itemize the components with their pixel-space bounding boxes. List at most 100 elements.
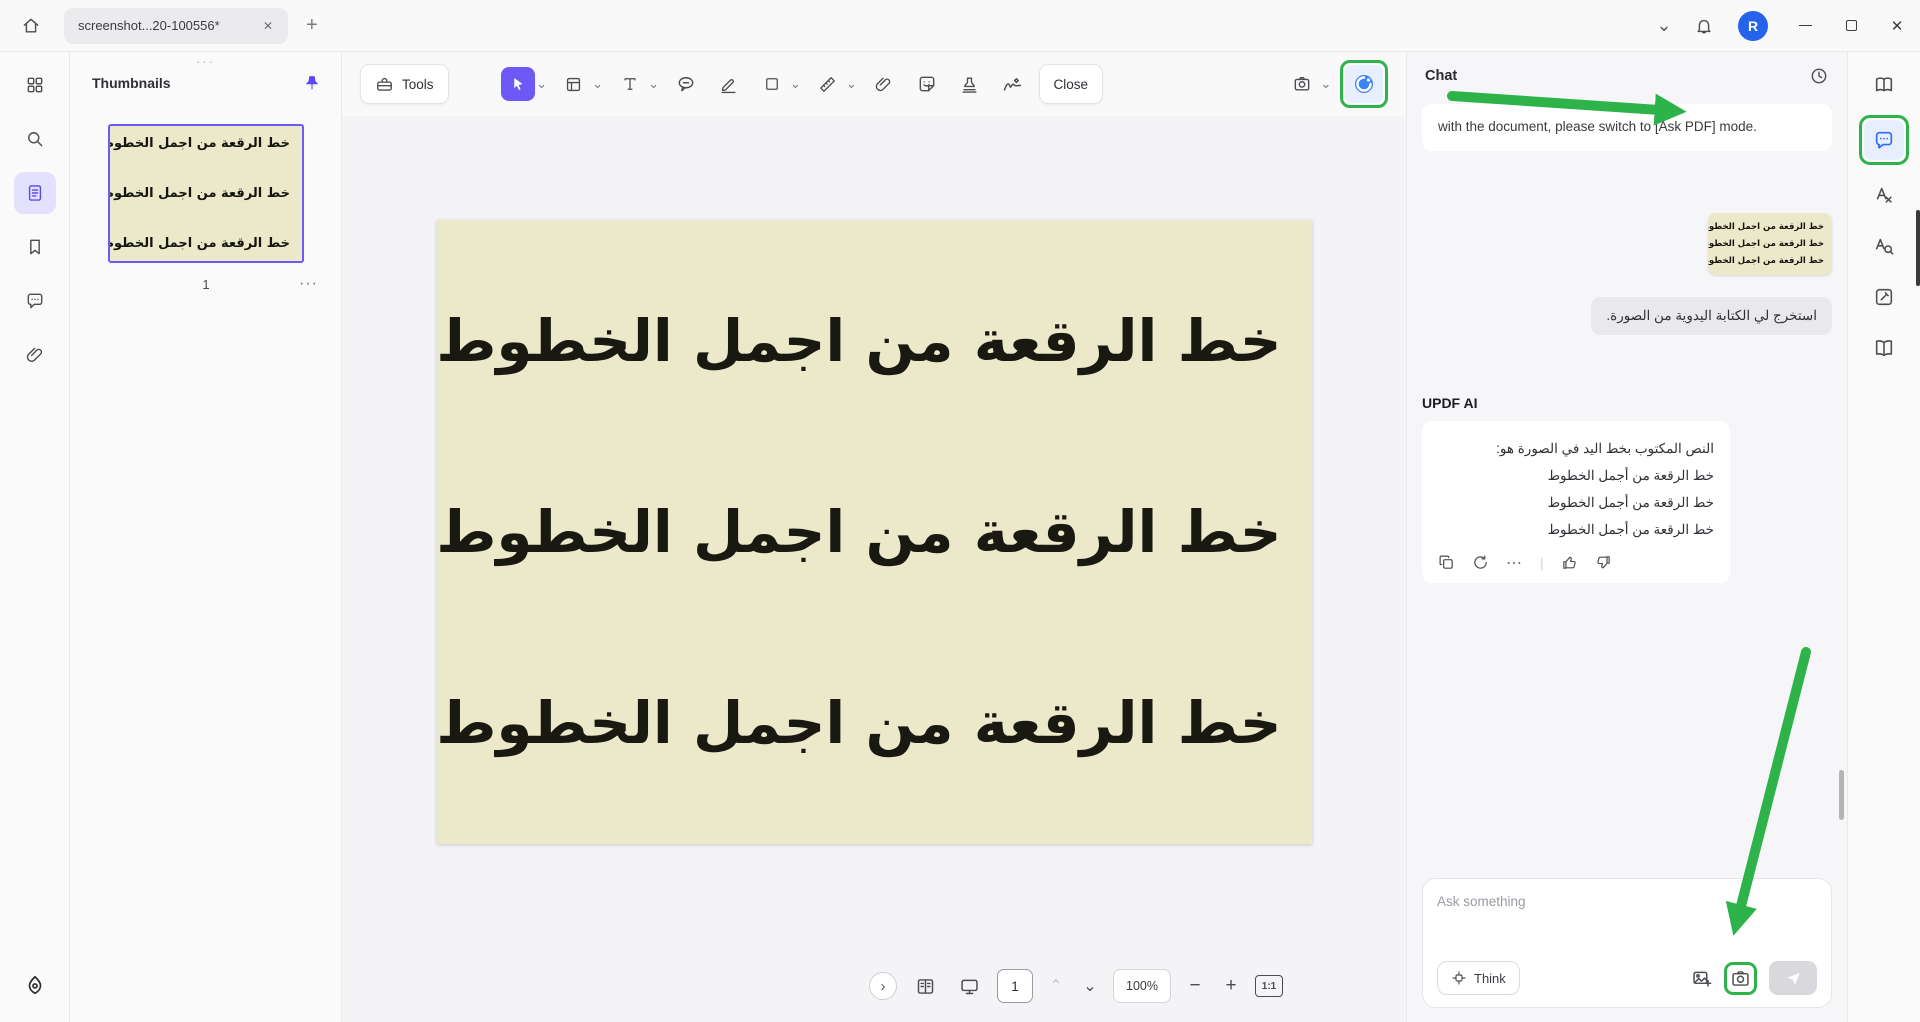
bottom-toolbar: › ⌃ ⌄ 100% − +: [869, 964, 1283, 1008]
select-tool-button[interactable]: [501, 67, 535, 101]
signature-tool-button[interactable]: [996, 67, 1030, 101]
sidebar-item-bookmarks[interactable]: [14, 226, 56, 268]
previous-page-button[interactable]: ⌃: [1045, 976, 1067, 996]
toolbox-icon: [375, 75, 394, 94]
titlebar-collapse-button[interactable]: ⌄: [1644, 6, 1684, 46]
expand-bar-button[interactable]: ›: [869, 972, 897, 1000]
translate-button[interactable]: [1863, 174, 1905, 216]
chat-input[interactable]: [1437, 894, 1817, 909]
think-label: Think: [1474, 971, 1506, 986]
chevron-down-icon[interactable]: ⌄: [648, 76, 660, 92]
stamp-tool-button[interactable]: [953, 67, 987, 101]
window-close-button[interactable]: ✕: [1874, 0, 1920, 52]
page-number-input[interactable]: [997, 969, 1033, 1003]
add-image-icon[interactable]: [1691, 968, 1712, 989]
ai-search-button[interactable]: [1863, 225, 1905, 267]
panel-drag-handle[interactable]: ···: [70, 54, 341, 69]
measure-tool-button[interactable]: [811, 67, 845, 101]
summarize-button[interactable]: [1863, 276, 1905, 318]
signature-icon: [1002, 74, 1023, 95]
chevron-down-icon[interactable]: ⌄: [592, 76, 604, 92]
sticker-face-icon: [917, 74, 937, 94]
pin-icon[interactable]: [303, 74, 321, 92]
tab-close-icon[interactable]: ✕: [258, 17, 278, 35]
translate-a-icon: [1873, 184, 1895, 206]
zoom-level-display[interactable]: 100%: [1113, 969, 1171, 1003]
reader-mode-button[interactable]: [1863, 64, 1905, 106]
page-layout-button[interactable]: [557, 67, 591, 101]
send-button[interactable]: [1769, 961, 1817, 995]
tools-button[interactable]: Tools: [360, 64, 449, 104]
select-tool-cluster: ⌄: [501, 67, 548, 101]
notifications-button[interactable]: [1684, 6, 1724, 46]
thumbnail-caption-row: 1 ···: [108, 277, 304, 297]
window-minimize-button[interactable]: [1782, 0, 1828, 52]
reading-mode-button[interactable]: [909, 970, 941, 1002]
zoom-in-button[interactable]: +: [1219, 975, 1243, 997]
document-tab[interactable]: screenshot...20-100556* ✕: [64, 8, 288, 44]
assistant-message: with the document, please switch to [Ask…: [1422, 104, 1832, 151]
user-attached-image[interactable]: خط الرقعة من اجمل الخطوط خط الرقعة من اج…: [1708, 213, 1832, 275]
search-button[interactable]: [14, 118, 56, 160]
sidebar-item-comments[interactable]: [14, 280, 56, 322]
presentation-button[interactable]: [953, 970, 985, 1002]
open-book-icon: [1873, 337, 1895, 359]
close-tools-button[interactable]: Close: [1039, 64, 1104, 104]
camera-square-icon: [1292, 74, 1312, 94]
text-tool-cluster: ⌄: [613, 67, 660, 101]
chevron-down-icon[interactable]: ⌄: [536, 76, 548, 92]
book-arrow-icon: [1873, 74, 1895, 96]
thumbs-up-icon[interactable]: [1561, 554, 1578, 571]
home-button[interactable]: [12, 7, 50, 45]
history-icon[interactable]: [1809, 66, 1829, 86]
home-icon: [21, 16, 41, 36]
chevron-right-icon: ›: [881, 978, 886, 995]
ai-response-line: خط الرقعة من أجمل الخطوط: [1438, 516, 1714, 543]
paperclip-icon: [25, 345, 45, 365]
camera-highlight-box: [1724, 962, 1757, 995]
next-page-button[interactable]: ⌄: [1079, 976, 1101, 996]
new-tab-button[interactable]: +: [298, 12, 326, 39]
tool-group: ⌄ ⌄ ⌄: [501, 64, 1104, 104]
sticker-tool-button[interactable]: [910, 67, 944, 101]
main-toolbar: Tools ⌄ ⌄: [342, 52, 1406, 116]
updf-ai-toolbar-button[interactable]: [1345, 65, 1383, 103]
ai-chat-sidebar-button[interactable]: [1864, 120, 1904, 160]
chevron-down-icon[interactable]: ⌄: [846, 76, 858, 92]
chevron-down-icon[interactable]: ⌄: [1320, 76, 1332, 92]
sidebar-item-attachments[interactable]: [14, 334, 56, 376]
screenshot-camera-icon[interactable]: [1730, 968, 1751, 989]
highlighter-tool-button[interactable]: [712, 67, 746, 101]
copy-icon[interactable]: [1438, 554, 1455, 571]
window-scrollbar[interactable]: [1916, 210, 1920, 286]
window-maximize-button[interactable]: [1828, 0, 1874, 52]
thumbs-down-icon[interactable]: [1595, 554, 1612, 571]
actual-size-button[interactable]: 1:1: [1255, 975, 1283, 997]
think-toggle[interactable]: Think: [1437, 961, 1520, 995]
attach-tool-button[interactable]: [867, 67, 901, 101]
comment-tool-button[interactable]: [669, 67, 703, 101]
attached-image-line: خط الرقعة من اجمل الخطوط: [1716, 239, 1824, 249]
regenerate-icon[interactable]: [1472, 554, 1489, 571]
shape-tool-button[interactable]: [755, 67, 789, 101]
open-book-button[interactable]: [1863, 327, 1905, 369]
user-avatar[interactable]: R: [1738, 11, 1768, 41]
screenshot-tool-button[interactable]: [1285, 67, 1319, 101]
text-tool-button[interactable]: [613, 67, 647, 101]
chat-input-row: Think: [1437, 961, 1817, 995]
home-grid-button[interactable]: [14, 64, 56, 106]
grid-icon: [25, 75, 45, 95]
sidebar-item-thumbnails[interactable]: [14, 172, 56, 214]
thumbnail-text-line: خط الرقعة من اجمل الخطوط: [122, 186, 290, 201]
frame-icon: [564, 75, 583, 94]
zoom-out-button[interactable]: −: [1183, 975, 1207, 997]
chat-title: Chat: [1425, 68, 1809, 84]
ai-response-line: خط الرقعة من أجمل الخطوط: [1438, 489, 1714, 516]
thumbnail-more-button[interactable]: ···: [299, 275, 318, 293]
chat-scrollbar[interactable]: [1839, 770, 1844, 820]
chevron-down-icon: ⌄: [1656, 15, 1671, 36]
chevron-down-icon[interactable]: ⌄: [790, 76, 802, 92]
page-thumbnail[interactable]: خط الرقعة من اجمل الخطوط خط الرقعة من اج…: [108, 124, 304, 263]
more-actions-icon[interactable]: ⋯: [1506, 553, 1523, 573]
app-logo[interactable]: [14, 964, 56, 1006]
